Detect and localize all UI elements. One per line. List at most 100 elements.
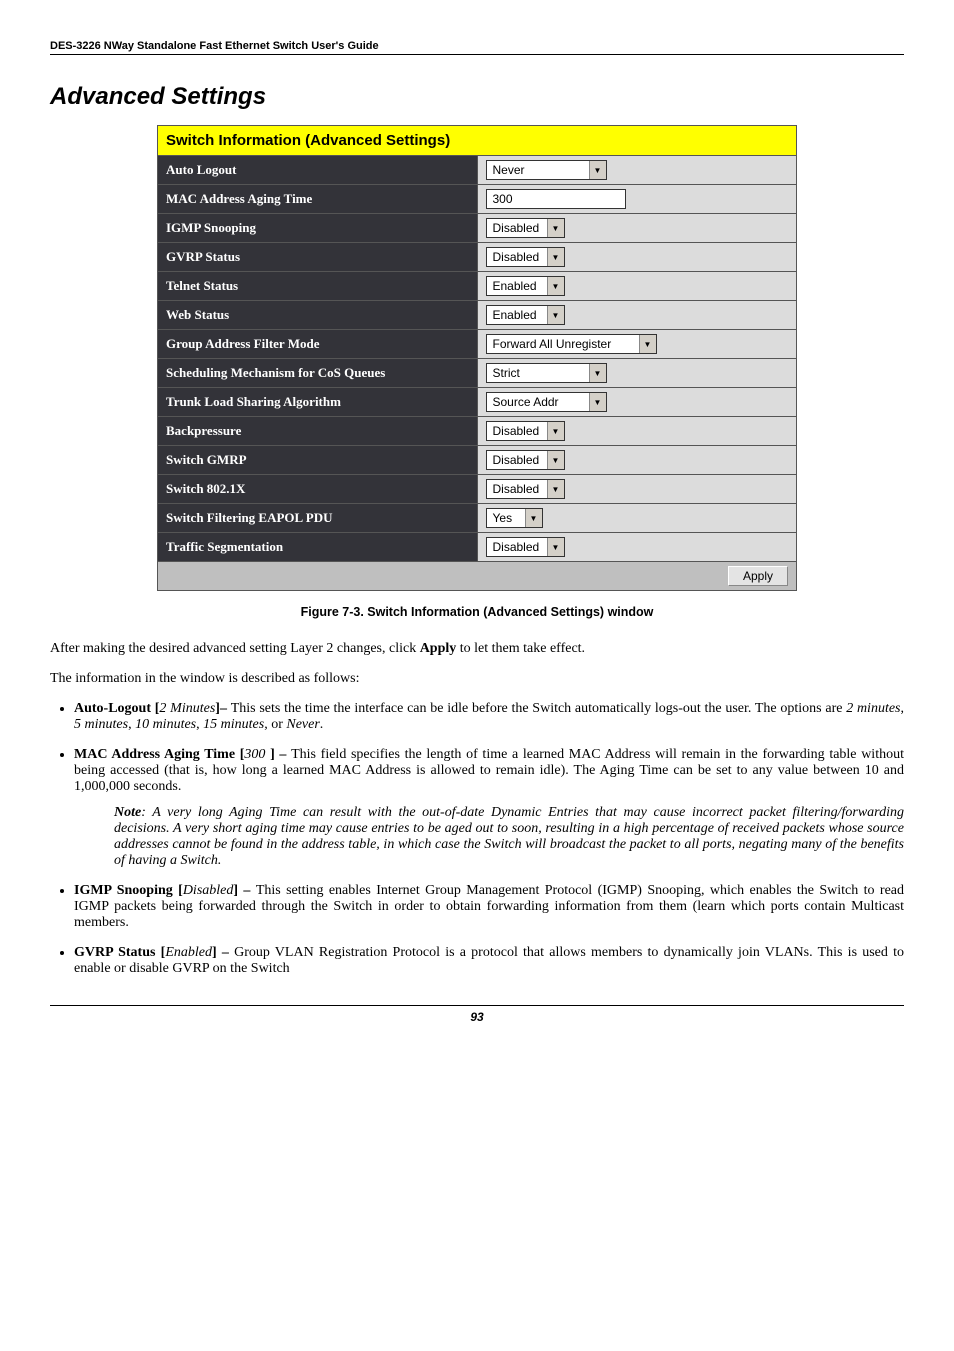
dropdown[interactable]: Disabled▼ — [486, 421, 565, 441]
dropdown-value: Never — [487, 163, 589, 177]
page-footer: 93 — [50, 1005, 904, 1024]
intro1-b: to let them take effect. — [456, 641, 585, 656]
dropdown[interactable]: Disabled▼ — [486, 479, 565, 499]
dropdown-value: Disabled — [487, 250, 547, 264]
chevron-down-icon: ▼ — [589, 393, 606, 411]
dropdown-value: Disabled — [487, 424, 547, 438]
bullet-gvrp-status: GVRP Status [Enabled] – Group VLAN Regis… — [74, 945, 904, 977]
apply-button[interactable]: Apply — [728, 566, 788, 586]
dropdown-value: Yes — [487, 511, 525, 525]
intro1-a: After making the desired advanced settin… — [50, 641, 420, 656]
dropdown-value: Forward All Unregister — [487, 337, 639, 351]
dropdown[interactable]: Disabled▼ — [486, 450, 565, 470]
b1-em-d: 15 minutes — [203, 717, 264, 732]
intro1-bold: Apply — [420, 641, 457, 656]
b3-em: Disabled — [183, 883, 234, 898]
dropdown[interactable]: Yes▼ — [486, 508, 543, 528]
b2-em: 300 — [244, 747, 270, 762]
dropdown[interactable]: Forward All Unregister▼ — [486, 334, 657, 354]
panel-title-row: Switch Information (Advanced Settings) — [158, 126, 797, 156]
setting-row: Telnet Status Enabled▼ — [158, 272, 797, 301]
dropdown[interactable]: Never▼ — [486, 160, 607, 180]
dropdown[interactable]: Strict▼ — [486, 363, 607, 383]
bullet-auto-logout: Auto-Logout [2 Minutes]– This sets the t… — [74, 701, 904, 733]
setting-value-cell: Source Addr▼ — [477, 388, 797, 417]
dropdown[interactable]: Disabled▼ — [486, 218, 565, 238]
dropdown-value: Enabled — [487, 279, 547, 293]
setting-row: Web StatusEnabled▼ — [158, 301, 797, 330]
setting-value-cell: Yes▼ — [477, 504, 797, 533]
b1-em-a: 2 minutes — [846, 701, 900, 716]
setting-row: Scheduling Mechanism for CoS Queues Stric… — [158, 359, 797, 388]
bullet-mac-aging: MAC Address Aging Time [300 ] – This fie… — [74, 747, 904, 869]
chevron-down-icon: ▼ — [547, 538, 564, 556]
chevron-down-icon: ▼ — [547, 480, 564, 498]
setting-value-cell: 300 — [477, 185, 797, 214]
chevron-down-icon: ▼ — [547, 422, 564, 440]
dropdown[interactable]: Enabled▼ — [486, 305, 565, 325]
setting-value-cell: Forward All Unregister▼ — [477, 330, 797, 359]
settings-panel-wrap: Switch Information (Advanced Settings) A… — [50, 125, 904, 591]
text-input[interactable]: 300 — [486, 189, 626, 209]
b3-strong2: ] – — [233, 883, 255, 898]
setting-value-cell: Disabled▼ — [477, 417, 797, 446]
chevron-down-icon: ▼ — [525, 509, 542, 527]
chevron-down-icon: ▼ — [547, 277, 564, 295]
b2-strong2: ] – — [270, 747, 291, 762]
panel-title: Switch Information (Advanced Settings) — [158, 126, 797, 156]
setting-row: Traffic Segmentation Disabled▼ — [158, 533, 797, 562]
setting-value-cell: Disabled▼ — [477, 243, 797, 272]
intro-paragraph-1: After making the desired advanced settin… — [50, 641, 904, 657]
dropdown-value: Strict — [487, 366, 589, 380]
note-label: Note — [114, 805, 141, 820]
setting-label: Traffic Segmentation — [158, 533, 478, 562]
chevron-down-icon: ▼ — [547, 248, 564, 266]
setting-label: MAC Address Aging Time — [158, 185, 478, 214]
b3-strong: IGMP Snooping [ — [74, 883, 183, 898]
chevron-down-icon: ▼ — [639, 335, 656, 353]
dropdown-value: Enabled — [487, 308, 547, 322]
setting-label: Scheduling Mechanism for CoS Queues — [158, 359, 478, 388]
note-text: : A very long Aging Time can result with… — [114, 805, 904, 868]
setting-label: Switch 802.1X — [158, 475, 478, 504]
setting-label: Trunk Load Sharing Algorithm — [158, 388, 478, 417]
dropdown-value: Disabled — [487, 482, 547, 496]
b1-strong2: ]– — [215, 701, 230, 716]
setting-label: Telnet Status — [158, 272, 478, 301]
setting-row: Auto LogoutNever▼ — [158, 156, 797, 185]
chevron-down-icon: ▼ — [547, 451, 564, 469]
b1-text: This sets the time the interface can be … — [231, 701, 847, 716]
setting-row: Switch GMRP Disabled▼ — [158, 446, 797, 475]
setting-label: Group Address Filter Mode — [158, 330, 478, 359]
setting-label: Switch GMRP — [158, 446, 478, 475]
setting-row: Switch Filtering EAPOL PDU Yes▼ — [158, 504, 797, 533]
dropdown[interactable]: Disabled▼ — [486, 247, 565, 267]
section-title: Advanced Settings — [50, 83, 904, 111]
bullet-igmp-snooping: IGMP Snooping [Disabled] – This setting … — [74, 883, 904, 931]
setting-row: BackpressureDisabled▼ — [158, 417, 797, 446]
setting-value-cell: Disabled▼ — [477, 475, 797, 504]
apply-row: Apply — [158, 562, 797, 591]
dropdown[interactable]: Source Addr▼ — [486, 392, 607, 412]
b1-em: 2 Minutes — [159, 701, 215, 716]
dropdown-value: Disabled — [487, 540, 547, 554]
chevron-down-icon: ▼ — [589, 364, 606, 382]
dropdown[interactable]: Enabled▼ — [486, 276, 565, 296]
setting-value-cell: Enabled▼ — [477, 301, 797, 330]
dropdown-value: Disabled — [487, 453, 547, 467]
b1-em-e: Never — [286, 717, 319, 732]
chevron-down-icon: ▼ — [589, 161, 606, 179]
page-header: DES-3226 NWay Standalone Fast Ethernet S… — [50, 40, 904, 55]
b4-strong: GVRP Status [ — [74, 945, 165, 960]
dropdown-value: Source Addr — [487, 395, 589, 409]
setting-value-cell: Disabled▼ — [477, 446, 797, 475]
switch-info-table: Switch Information (Advanced Settings) A… — [157, 125, 797, 591]
description-list: Auto-Logout [2 Minutes]– This sets the t… — [50, 701, 904, 977]
setting-value-cell: Disabled▼ — [477, 214, 797, 243]
b4-strong2: ] – — [212, 945, 234, 960]
dropdown[interactable]: Disabled▼ — [486, 537, 565, 557]
setting-label: Switch Filtering EAPOL PDU — [158, 504, 478, 533]
b4-em: Enabled — [165, 945, 212, 960]
setting-label: GVRP Status — [158, 243, 478, 272]
chevron-down-icon: ▼ — [547, 219, 564, 237]
